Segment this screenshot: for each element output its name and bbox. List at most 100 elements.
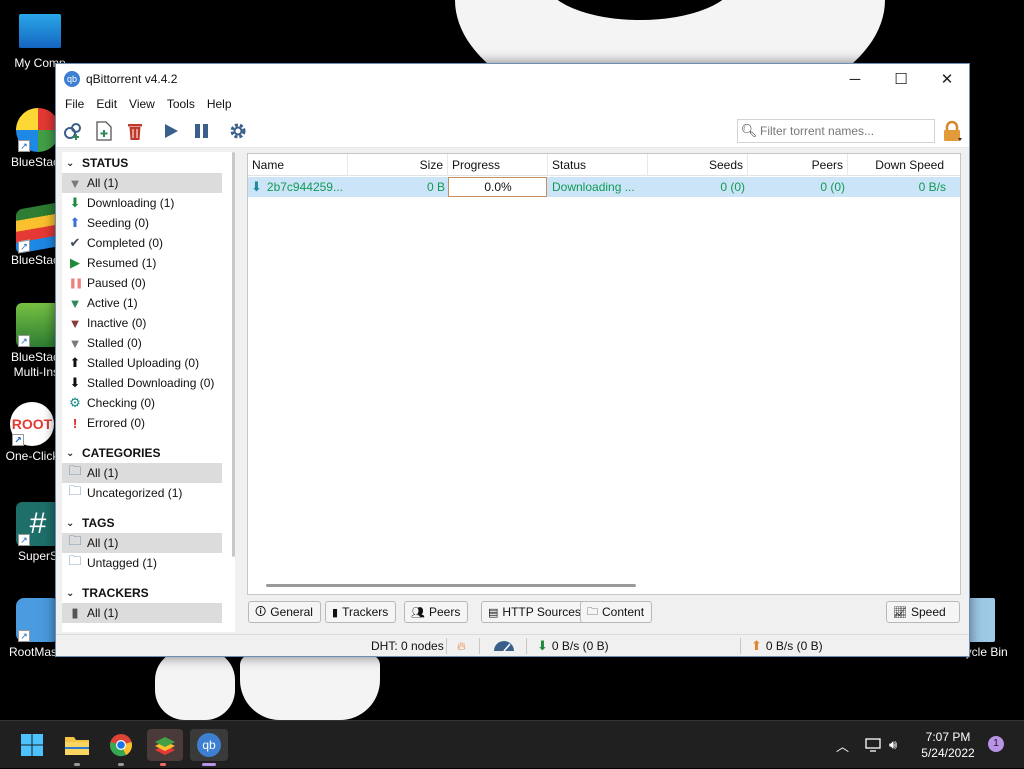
taskbar-bluestacks[interactable] [147,729,183,766]
options-button[interactable] [223,118,253,144]
volume-icon[interactable]: 🔊︎ [889,721,897,769]
filter-item[interactable]: ⬆ Stalled Uploading (0) [62,353,235,373]
menu-view[interactable]: View [123,97,161,111]
taskbar-qbittorrent[interactable]: qb [190,729,228,766]
server-icon: ▮ [71,605,79,620]
clock-time: 7:07 PM [925,730,971,744]
gear-icon: ⚙ [69,395,81,410]
gear-icon [230,123,246,138]
section-title: CATEGORIES [82,446,161,460]
filter-item[interactable]: ▮ All (1) [62,603,222,623]
column-header-progress[interactable]: Progress [448,154,548,176]
cell-status: Downloading ... [552,180,635,194]
tab-http-sources[interactable]: ▤ HTTP Sources [481,601,589,623]
section-title: TAGS [82,516,115,530]
shortcut-arrow-icon: ↗ [18,239,30,254]
search-box[interactable]: 🔍︎ [737,119,935,143]
filter-item[interactable]: ▼ All (1) [62,173,222,193]
clock[interactable]: 7:07 PM 5/24/2022 [918,729,978,761]
root-icon: ROOT ↗ [10,402,54,446]
pause-button[interactable] [187,118,217,144]
filter-item[interactable]: ⬆ Seeding (0) [62,213,235,233]
separator [446,638,447,654]
minimize-button[interactable]: ─ [832,64,878,94]
filter-item[interactable]: ✔ Completed (0) [62,233,235,253]
tab-trackers[interactable]: ▮ Trackers [325,601,397,623]
filter-item[interactable]: 🗀 Untagged (1) [62,553,235,573]
horizontal-scrollbar[interactable] [266,584,636,587]
shortcut-arrow-icon: ↗ [18,140,30,152]
menu-edit[interactable]: Edit [90,97,123,111]
filter-item[interactable]: 🗀 Uncategorized (1) [62,483,235,503]
filter-item[interactable]: ▶ Resumed (1) [62,253,235,273]
add-torrent-file-button[interactable] [89,118,119,144]
filter-item[interactable]: 🗀 All (1) [62,463,222,483]
filter-item-label: Inactive (0) [87,316,147,330]
status-section-header[interactable]: ⌄ STATUS [62,153,235,173]
filter-item[interactable]: ⬇ Downloading (1) [62,193,235,213]
add-torrent-link-button[interactable] [58,118,88,144]
filter-item[interactable]: ▼ Inactive (0) [62,313,235,333]
show-hidden-icons-button[interactable]: ︿ [836,721,849,769]
trackers-section-header[interactable]: ⌄ TRACKERS [62,583,235,603]
filter-item-label: Resumed (1) [87,256,157,270]
folder-icon: 🗀 [68,533,82,548]
menu-help[interactable]: Help [201,97,238,111]
close-button[interactable]: ✕ [924,64,970,94]
column-header-status[interactable]: Status [548,154,648,176]
tab-content[interactable]: 🗀 Content [580,601,653,623]
filter-item-label: Errored (0) [87,416,146,430]
lock-button[interactable] [941,120,963,142]
download-speed-status[interactable]: ⬇ 0 B/s (0 B) [537,635,609,657]
check-icon: ✔ [69,235,81,250]
tags-section-header[interactable]: ⌄ TAGS [62,513,235,533]
chevron-down-icon: ⌄ [66,447,75,459]
filter-item[interactable]: ▼ Active (1) [62,293,235,313]
filter-item-label: All (1) [87,176,119,190]
filter-item[interactable]: ❚❚ Paused (0) [62,273,235,293]
connection-status-icon[interactable]: 🔥︎ [457,635,466,657]
categories-section-header[interactable]: ⌄ CATEGORIES [62,443,235,463]
taskbar-chrome[interactable] [105,729,137,766]
tab-peers[interactable]: 👥︎ Peers [404,601,469,623]
column-header-size[interactable]: Size [348,154,448,176]
qbittorrent-app-icon: qb [64,71,80,87]
table-row[interactable]: ⬇ 2b7c944259... 0 B 0.0% Downloading ...… [248,177,960,197]
sidebar-scrollbar[interactable] [232,152,235,557]
speed-tab-button[interactable]: 📈︎ Speed [886,601,960,623]
upload-speed-status[interactable]: ⬆ 0 B/s (0 B) [751,635,823,657]
filter-item[interactable]: ⬇ Stalled Downloading (0) [62,373,235,393]
start-button[interactable] [16,729,48,761]
notification-badge[interactable]: 1 [988,736,1004,752]
maximize-button[interactable]: ☐ [878,64,924,94]
folder-icon: 🗀 [68,553,82,568]
network-icon [865,738,881,752]
column-header-seeds[interactable]: Seeds [648,154,748,176]
network-icon[interactable] [864,721,882,769]
filter-item[interactable]: 🗀 All (1) [62,533,222,553]
monitor-icon [19,14,61,48]
column-header-peers[interactable]: Peers [748,154,848,176]
column-header-name[interactable]: Name [248,154,348,176]
filter-item[interactable]: ! Errored (0) [62,413,235,433]
filter-item[interactable]: ▼ Stalled (0) [62,333,235,353]
filter-item-label: All (1) [87,606,119,620]
resume-button[interactable] [156,118,186,144]
section-title: TRACKERS [82,586,149,600]
delete-button[interactable] [120,118,150,144]
menu-tools[interactable]: Tools [161,97,201,111]
taskbar-file-explorer[interactable] [61,729,93,766]
column-header-down-speed[interactable]: Down Speed [848,154,948,176]
tab-general[interactable]: 🛈 General [248,601,321,623]
filter-item[interactable]: ⚙ Checking (0) [62,393,235,413]
chevron-down-icon: ⌄ [66,517,75,529]
bluestacks-icon: ↗ [16,108,60,152]
window-titlebar[interactable]: qb qBittorrent v4.4.2 ─ ☐ ✕ [56,64,969,94]
speedometer-icon [494,641,514,652]
menu-file[interactable]: File [59,97,90,111]
desktop-icon-my-computer[interactable]: My Comp [0,10,80,71]
stalled-down-icon: ⬇ [69,375,81,390]
search-input[interactable] [760,124,930,138]
speed-limit-button[interactable] [492,635,516,657]
cell-size: 0 B [426,180,445,194]
